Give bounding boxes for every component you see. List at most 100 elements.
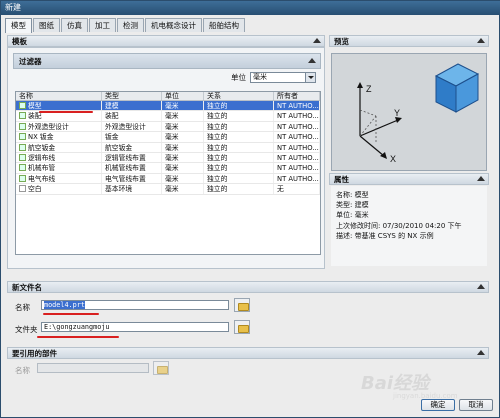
filter-title: 过滤器: [19, 57, 42, 66]
row-name: 逻辑布线: [28, 153, 56, 162]
tab-ship-structure[interactable]: 船舶结构: [203, 18, 245, 32]
row-owner: NT AUTHO...: [274, 142, 320, 152]
row-relation: 独立的: [204, 132, 274, 142]
row-name: 航空钣金: [28, 143, 56, 152]
filter-header[interactable]: 过滤器: [13, 53, 321, 69]
new-file-panel-header[interactable]: 新文件名: [7, 281, 489, 293]
unit-select[interactable]: 毫米: [250, 71, 316, 83]
axis-label-y: Y: [394, 108, 400, 118]
property-modified: 上次修改时间: 07/30/2010 04:20 下午: [336, 221, 462, 230]
row-type: 机械管线布置: [102, 163, 162, 173]
row-unit: 毫米: [162, 111, 204, 121]
axis-label-z: Z: [366, 84, 372, 94]
row-name: NX 钣金: [28, 133, 54, 142]
ref-name-field[interactable]: [37, 363, 149, 373]
folder-browse-icon[interactable]: [234, 298, 250, 312]
table-row[interactable]: 模型 建模 毫米 独立的 NT AUTHO...: [16, 101, 320, 112]
row-owner: 无: [274, 184, 320, 194]
preview-image: Z Y X: [331, 53, 487, 171]
ok-button[interactable]: 确定: [421, 399, 455, 411]
preview-title: 预览: [334, 37, 349, 46]
folder-path-field[interactable]: E:\gongzuangmoju: [41, 322, 229, 332]
templates-table: 名称 类型 单位 关系 所有者 模型 建模 毫米 独立的 NT AUTHO...…: [15, 91, 321, 255]
property-name: 名称: 模型: [336, 191, 369, 199]
row-name: 机械布管: [28, 164, 56, 173]
row-name: 外观造型设计: [28, 122, 69, 131]
cancel-button[interactable]: 取消: [459, 399, 493, 411]
row-relation: 独立的: [204, 111, 274, 121]
col-unit[interactable]: 单位: [162, 92, 204, 100]
row-owner: NT AUTHO...: [274, 111, 320, 121]
row-unit: 毫米: [162, 152, 204, 163]
csys-preview-icon: Z Y X: [357, 63, 480, 164]
collapse-icon[interactable]: [477, 284, 485, 289]
row-type: 外观造型设计: [102, 121, 162, 132]
row-relation: 独立的: [204, 173, 274, 184]
tab-bar: 模型 图纸 仿真 加工 检测 机电概念设计 船舶结构: [5, 18, 246, 33]
row-type: 电气管线布置: [102, 173, 162, 184]
row-type: 钣金: [102, 132, 162, 142]
row-relation: 独立的: [204, 121, 274, 132]
row-type: 装配: [102, 111, 162, 121]
collapse-icon[interactable]: [477, 350, 485, 355]
templates-panel-header[interactable]: 模板: [7, 35, 325, 47]
col-type[interactable]: 类型: [102, 92, 162, 100]
unit-filter: 单位 毫米: [231, 71, 316, 83]
templates-title: 模板: [12, 37, 27, 46]
preview-panel-header[interactable]: 预览: [329, 35, 489, 47]
col-name[interactable]: 名称: [16, 92, 102, 100]
tab-inspection[interactable]: 检测: [117, 18, 144, 32]
tab-mechatronics[interactable]: 机电概念设计: [145, 18, 202, 32]
table-row[interactable]: 机械布管 机械管线布置 毫米 独立的 NT AUTHO...: [16, 163, 320, 174]
electrical-routing-icon: [19, 174, 26, 182]
chevron-down-icon[interactable]: [305, 72, 315, 82]
tab-model[interactable]: 模型: [5, 18, 32, 33]
table-row[interactable]: 逻辑布线 逻辑管线布置 毫米 独立的 NT AUTHO...: [16, 152, 320, 164]
tab-simulation[interactable]: 仿真: [61, 18, 88, 32]
folder-browse-icon[interactable]: [234, 320, 250, 334]
col-owner[interactable]: 所有者: [274, 92, 320, 100]
property-unit: 单位: 毫米: [336, 211, 369, 220]
ref-part-title: 要引用的部件: [12, 349, 57, 358]
row-relation: 独立的: [204, 163, 274, 173]
collapse-icon[interactable]: [313, 38, 321, 43]
model-icon: [19, 102, 26, 109]
property-type: 类型: 建模: [336, 201, 369, 210]
properties-panel-header[interactable]: 属性: [329, 173, 489, 185]
new-file-dialog: 新建 模型 图纸 仿真 加工 检测 机电概念设计 船舶结构 模板 过滤器 单位 …: [0, 0, 500, 418]
row-unit: 毫米: [162, 142, 204, 152]
ref-part-panel-header[interactable]: 要引用的部件: [7, 347, 489, 359]
row-type: 基本环境: [102, 184, 162, 194]
row-name: 电气布线: [28, 174, 56, 183]
collapse-icon[interactable]: [477, 176, 485, 181]
properties-title: 属性: [334, 175, 349, 184]
row-owner: NT AUTHO...: [274, 173, 320, 184]
unit-value: 毫米: [253, 72, 267, 81]
col-relation[interactable]: 关系: [204, 92, 274, 100]
annotation-underline: [43, 313, 99, 315]
tab-drawing[interactable]: 图纸: [33, 18, 60, 32]
row-owner: NT AUTHO...: [274, 101, 320, 111]
row-unit: 毫米: [162, 173, 204, 184]
collapse-icon[interactable]: [477, 38, 485, 43]
row-unit: 毫米: [162, 121, 204, 132]
folder-browse-icon[interactable]: [153, 361, 169, 375]
row-name: 模型: [28, 102, 42, 110]
collapse-icon[interactable]: [308, 58, 316, 63]
unit-label: 单位: [231, 72, 246, 82]
blank-icon: [19, 185, 26, 193]
table-row[interactable]: 航空钣金 航空钣金 毫米 独立的 NT AUTHO...: [16, 142, 320, 153]
table-row[interactable]: 外观造型设计 外观造型设计 毫米 独立的 NT AUTHO...: [16, 121, 320, 133]
table-row[interactable]: 电气布线 电气管线布置 毫米 独立的 NT AUTHO...: [16, 173, 320, 185]
axis-label-x: X: [390, 154, 396, 164]
row-name: 空白: [28, 185, 42, 194]
properties-list: 名称: 模型 类型: 建模 单位: 毫米 上次修改时间: 07/30/2010 …: [331, 186, 487, 266]
aero-sheet-metal-icon: [19, 143, 26, 151]
table-row[interactable]: NX 钣金 钣金 毫米 独立的 NT AUTHO...: [16, 132, 320, 143]
row-owner: NT AUTHO...: [274, 163, 320, 173]
tab-manufacturing[interactable]: 加工: [89, 18, 116, 32]
table-row[interactable]: 空白 基本环境 毫米 独立的 无: [16, 184, 320, 195]
row-relation: 独立的: [204, 152, 274, 163]
assembly-icon: [19, 112, 26, 120]
file-name-field[interactable]: model4.prt: [41, 300, 229, 310]
